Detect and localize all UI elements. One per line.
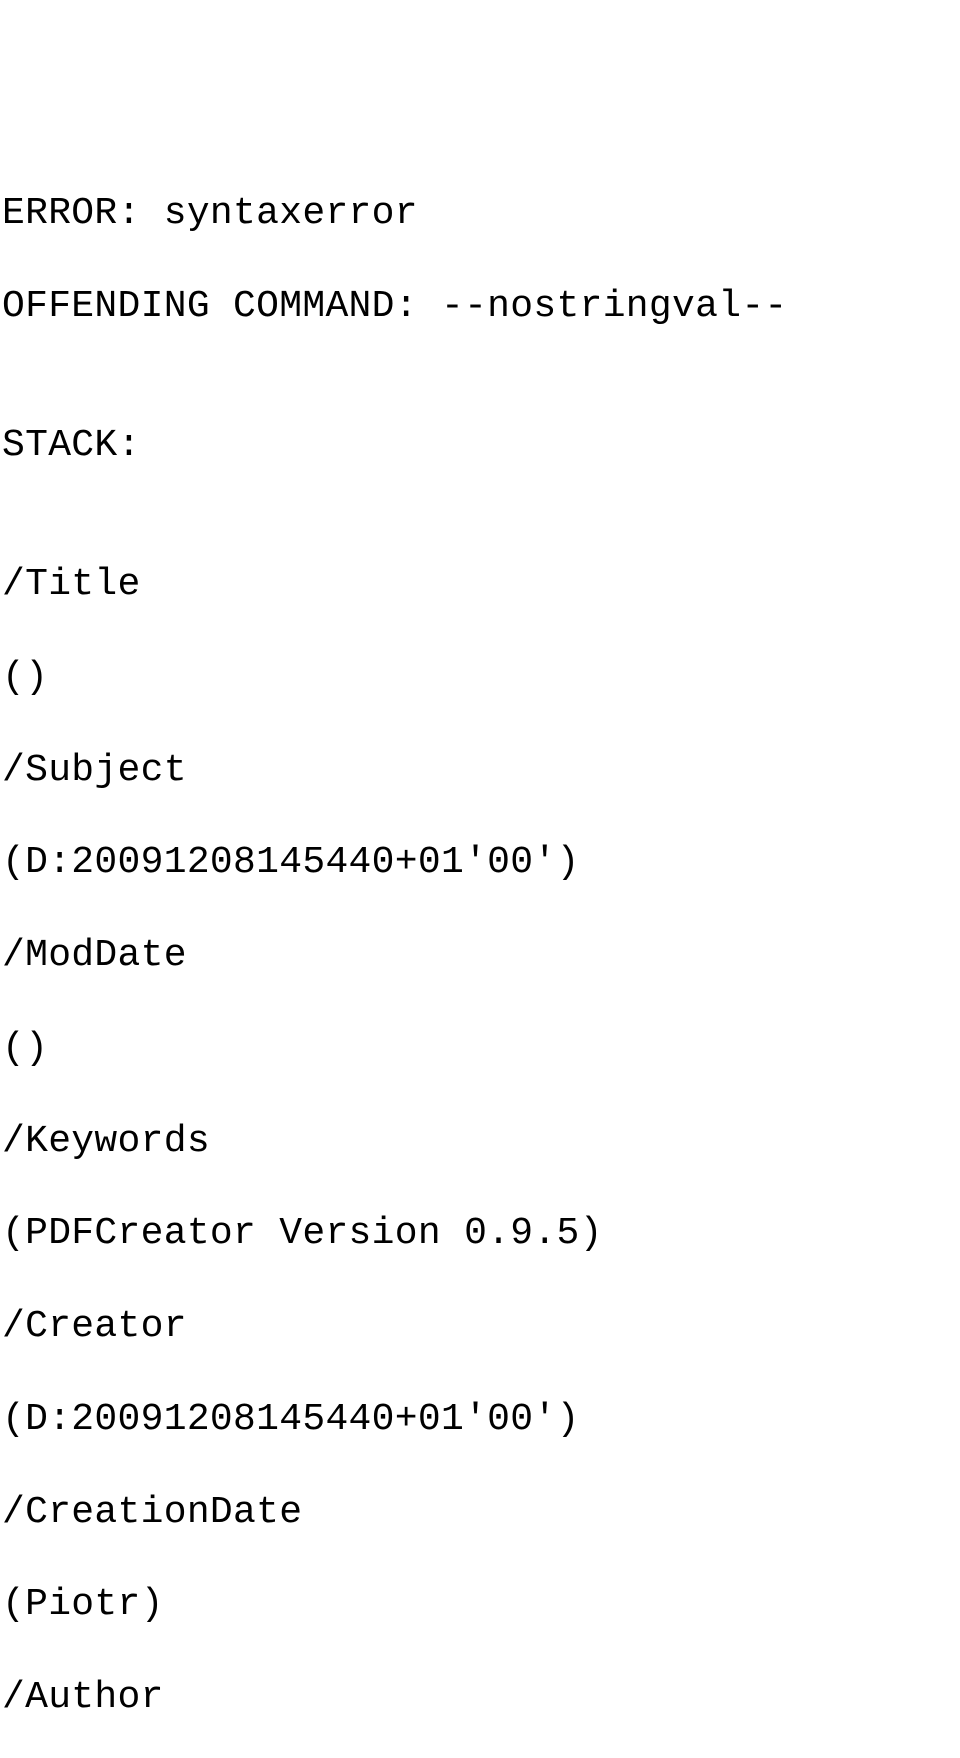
- stack-title-key: /Title: [2, 562, 960, 608]
- stack-subject-value: (D:20091208145440+01'00'): [2, 840, 960, 886]
- stack-creationdate-value: (Piotr): [2, 1582, 960, 1628]
- stack-creationdate-key: /CreationDate: [2, 1490, 960, 1536]
- stack-header: STACK:: [2, 423, 960, 469]
- stack-moddate-key: /ModDate: [2, 933, 960, 979]
- stack-moddate-value: (): [2, 1026, 960, 1072]
- stack-subject-key: /Subject: [2, 748, 960, 794]
- stack-creator-value: (D:20091208145440+01'00'): [2, 1397, 960, 1443]
- stack-title-value: (): [2, 655, 960, 701]
- error-line: ERROR: syntaxerror: [2, 191, 960, 237]
- offending-command-line: OFFENDING COMMAND: --nostringval--: [2, 284, 960, 330]
- stack-keywords-key: /Keywords: [2, 1119, 960, 1165]
- stack-creator-key: /Creator: [2, 1304, 960, 1350]
- stack-author-key: /Author: [2, 1675, 960, 1721]
- stack-keywords-value: (PDFCreator Version 0.9.5): [2, 1211, 960, 1257]
